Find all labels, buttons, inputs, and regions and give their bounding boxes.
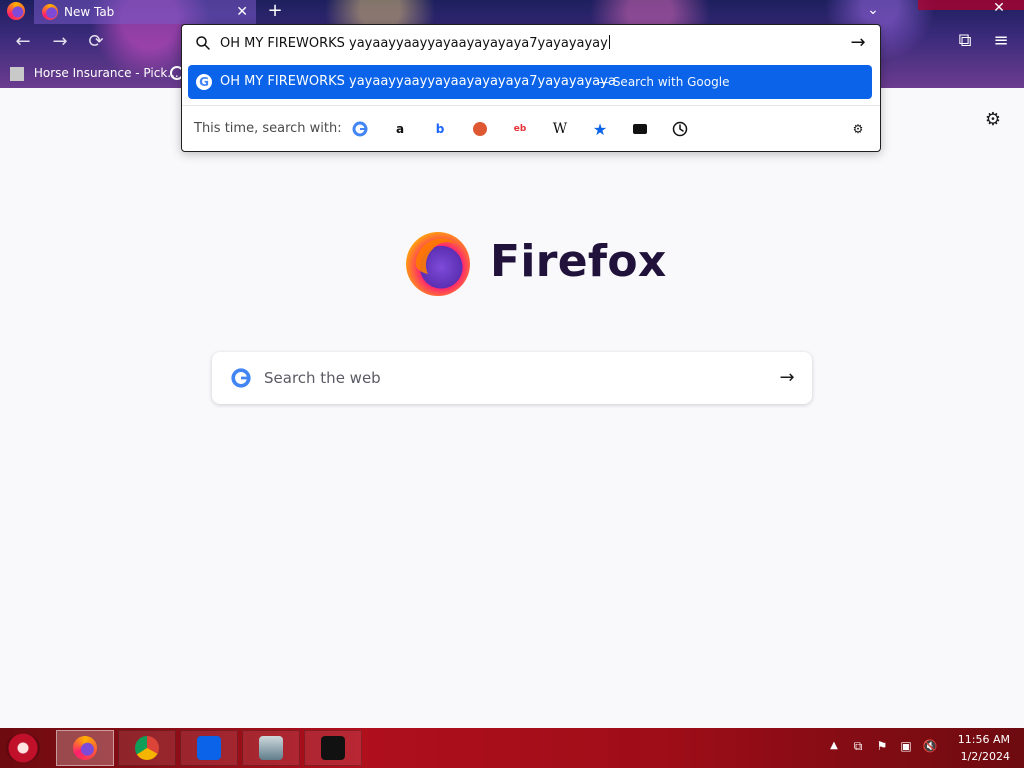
taskbar-system-tools-button[interactable] bbox=[242, 730, 300, 766]
firefox-logo bbox=[406, 232, 470, 296]
wikipedia-search-engine-icon[interactable]: W bbox=[548, 117, 572, 141]
newtab-settings-gear-icon[interactable]: ⚙ bbox=[982, 108, 1004, 130]
ebay-logo-icon: eb bbox=[513, 124, 527, 134]
bookmark-favicon-icon bbox=[10, 66, 24, 81]
tray-overflow-chevron-icon[interactable]: ▲ bbox=[828, 740, 840, 752]
amazon-logo-icon: a bbox=[395, 122, 405, 136]
go-arrow-icon[interactable]: → bbox=[846, 31, 870, 55]
window-close-hover bbox=[918, 0, 1024, 10]
display-icon[interactable]: ▣ bbox=[898, 738, 914, 754]
extensions-icon[interactable]: ⧉ bbox=[954, 30, 976, 52]
hamburger-menu-icon[interactable]: ≡ bbox=[990, 30, 1012, 52]
one-off-search-label: This time, search with: bbox=[194, 121, 342, 136]
window-close-icon[interactable]: ✕ bbox=[992, 0, 1006, 16]
list-all-tabs-chevron-icon[interactable]: ⌄ bbox=[864, 0, 882, 20]
close-tab-icon[interactable]: ✕ bbox=[236, 0, 248, 24]
address-bar-text[interactable]: OH MY FIREWORKS yayaayyaayyayaayayayaya7… bbox=[220, 35, 820, 53]
network-icon[interactable]: ⧉ bbox=[850, 738, 866, 754]
ebay-search-engine-icon[interactable]: eb bbox=[508, 117, 532, 141]
clock-icon bbox=[672, 121, 688, 137]
address-bar-input-row[interactable]: OH MY FIREWORKS yayaayyaayyayaayayayaya7… bbox=[182, 25, 880, 61]
google-icon: G bbox=[196, 74, 212, 90]
taskbar-firefox-button[interactable] bbox=[56, 730, 114, 766]
search-suggestion-highlighted[interactable]: G OH MY FIREWORKS yayaayyaayyayaayayayay… bbox=[188, 65, 872, 99]
newtab-search-box[interactable]: Search the web → bbox=[212, 352, 812, 404]
duckduckgo-logo-icon bbox=[473, 122, 487, 136]
bing-search-engine-icon[interactable]: b bbox=[428, 117, 452, 141]
outlook-icon bbox=[197, 736, 221, 760]
chrome-icon bbox=[135, 736, 159, 760]
search-submit-arrow-icon[interactable]: → bbox=[774, 365, 800, 391]
tab-title: New Tab bbox=[64, 5, 115, 19]
bookmark-item[interactable]: Horse Insurance - Pick... bbox=[10, 64, 179, 82]
search-settings-gear-icon[interactable]: ⚙ bbox=[846, 117, 870, 141]
bookmark-label: Horse Insurance - Pick... bbox=[33, 66, 179, 80]
tab-new-tab[interactable]: New Tab ✕ bbox=[34, 0, 256, 24]
bookmarks-search-star-icon[interactable]: ★ bbox=[588, 117, 612, 141]
new-tab-plus-icon[interactable]: + bbox=[266, 0, 284, 22]
text-caret bbox=[608, 35, 610, 49]
windows-taskbar bbox=[0, 728, 1024, 768]
search-icon bbox=[196, 36, 210, 50]
taskbar-chrome-button[interactable] bbox=[118, 730, 176, 766]
taskbar-date[interactable]: 1/2/2024 bbox=[956, 750, 1010, 763]
tabs-search-icon[interactable] bbox=[628, 117, 652, 141]
action-center-flag-icon[interactable]: ⚑ bbox=[874, 738, 890, 754]
start-button[interactable] bbox=[6, 733, 40, 763]
history-search-clock-icon[interactable] bbox=[668, 117, 692, 141]
tab-icon bbox=[633, 124, 647, 134]
dropdown-divider bbox=[182, 105, 880, 106]
taskbar-eagle-app-button[interactable] bbox=[304, 730, 362, 766]
back-button[interactable]: ← bbox=[10, 30, 36, 54]
google-logo-icon bbox=[352, 121, 368, 137]
google-icon bbox=[231, 368, 251, 388]
firefox-app-icon[interactable] bbox=[7, 2, 25, 20]
address-bar-typed-text: OH MY FIREWORKS yayaayyaayyayaayayayaya7… bbox=[220, 36, 608, 51]
taskbar-outlook-button[interactable] bbox=[180, 730, 238, 766]
computer-settings-icon bbox=[259, 736, 283, 760]
wikipedia-logo-icon: W bbox=[552, 121, 568, 137]
bing-logo-icon: b bbox=[435, 122, 445, 136]
star-icon: ★ bbox=[592, 119, 608, 139]
search-placeholder: Search the web bbox=[264, 369, 381, 387]
eagle-icon bbox=[321, 736, 345, 760]
address-bar-dropdown: OH MY FIREWORKS yayaayyaayyayaayayayaya7… bbox=[181, 24, 881, 152]
taskbar-time[interactable]: 11:56 AM bbox=[956, 733, 1010, 746]
amazon-search-engine-icon[interactable]: a bbox=[388, 117, 412, 141]
reload-button[interactable]: ⟳ bbox=[83, 30, 109, 54]
firefox-wordmark: Firefox bbox=[490, 236, 667, 287]
firefox-icon bbox=[73, 736, 97, 760]
duckduckgo-search-engine-icon[interactable] bbox=[468, 117, 492, 141]
firefox-tab-icon bbox=[42, 4, 58, 20]
volume-muted-icon[interactable]: 🔇 bbox=[922, 738, 938, 754]
google-search-engine-icon[interactable] bbox=[348, 117, 372, 141]
suggestion-suffix: — Search with Google bbox=[597, 75, 730, 89]
forward-button[interactable]: → bbox=[47, 30, 73, 54]
